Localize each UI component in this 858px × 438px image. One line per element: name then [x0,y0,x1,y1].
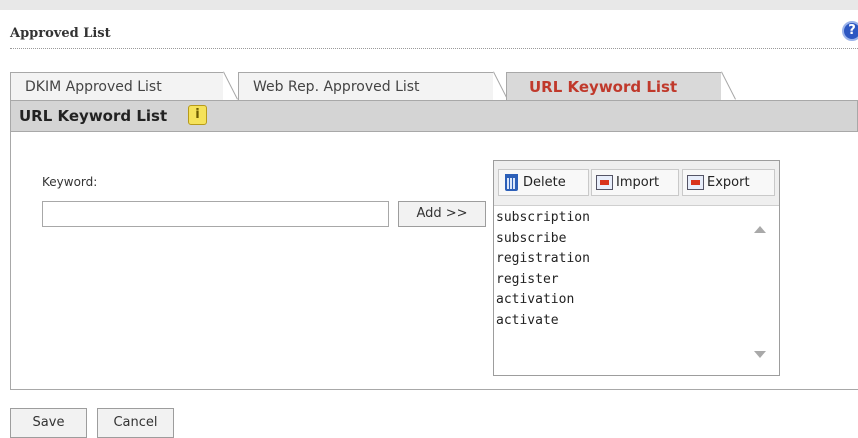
save-button[interactable]: Save [10,408,87,438]
export-label: Export [707,175,750,190]
list-item[interactable]: activate [496,311,744,332]
list-item[interactable]: activation [496,290,744,311]
tab-edge [223,71,238,100]
export-icon [687,175,704,190]
delete-label: Delete [523,175,566,190]
list-item[interactable]: subscription [496,208,744,229]
tab-bar: DKIM Approved List Web Rep. Approved Lis… [10,71,858,100]
keyword-label: Keyword: [42,175,98,189]
tab-label: DKIM Approved List [25,79,162,95]
keyword-input[interactable] [42,201,389,227]
tab-dkim-approved-list[interactable]: DKIM Approved List [10,72,223,100]
tab-label: URL Keyword List [529,78,678,96]
title-divider [10,48,858,49]
import-icon [596,175,613,190]
section-title: URL Keyword List [19,107,168,125]
delete-button[interactable]: Delete [498,169,589,196]
cancel-button[interactable]: Cancel [97,408,174,438]
import-label: Import [616,175,660,190]
tab-edge [721,71,736,100]
page-title: Approved List [10,26,111,41]
tab-label: Web Rep. Approved List [253,79,420,95]
tab-url-keyword-list[interactable]: URL Keyword List [506,72,721,100]
tab-web-rep-approved-list[interactable]: Web Rep. Approved List [238,72,493,100]
help-icon[interactable]: ? [842,21,858,41]
export-button[interactable]: Export [682,169,775,196]
section-header: URL Keyword List i [10,100,858,132]
scroll-down-arrow-icon[interactable] [754,351,766,358]
keyword-listbox[interactable]: Delete Import Export subscription subscr… [493,160,780,376]
list-item[interactable]: register [496,270,744,291]
scroll-up-arrow-icon[interactable] [754,226,766,233]
import-button[interactable]: Import [591,169,679,196]
keyword-list: subscription subscribe registration regi… [496,208,744,331]
list-toolbar: Delete Import Export [494,161,779,206]
list-item[interactable]: registration [496,249,744,270]
info-icon[interactable]: i [188,105,207,125]
top-bar [0,0,858,10]
add-button[interactable]: Add >> [398,201,486,227]
list-item[interactable]: subscribe [496,229,744,250]
trash-icon [505,174,518,191]
